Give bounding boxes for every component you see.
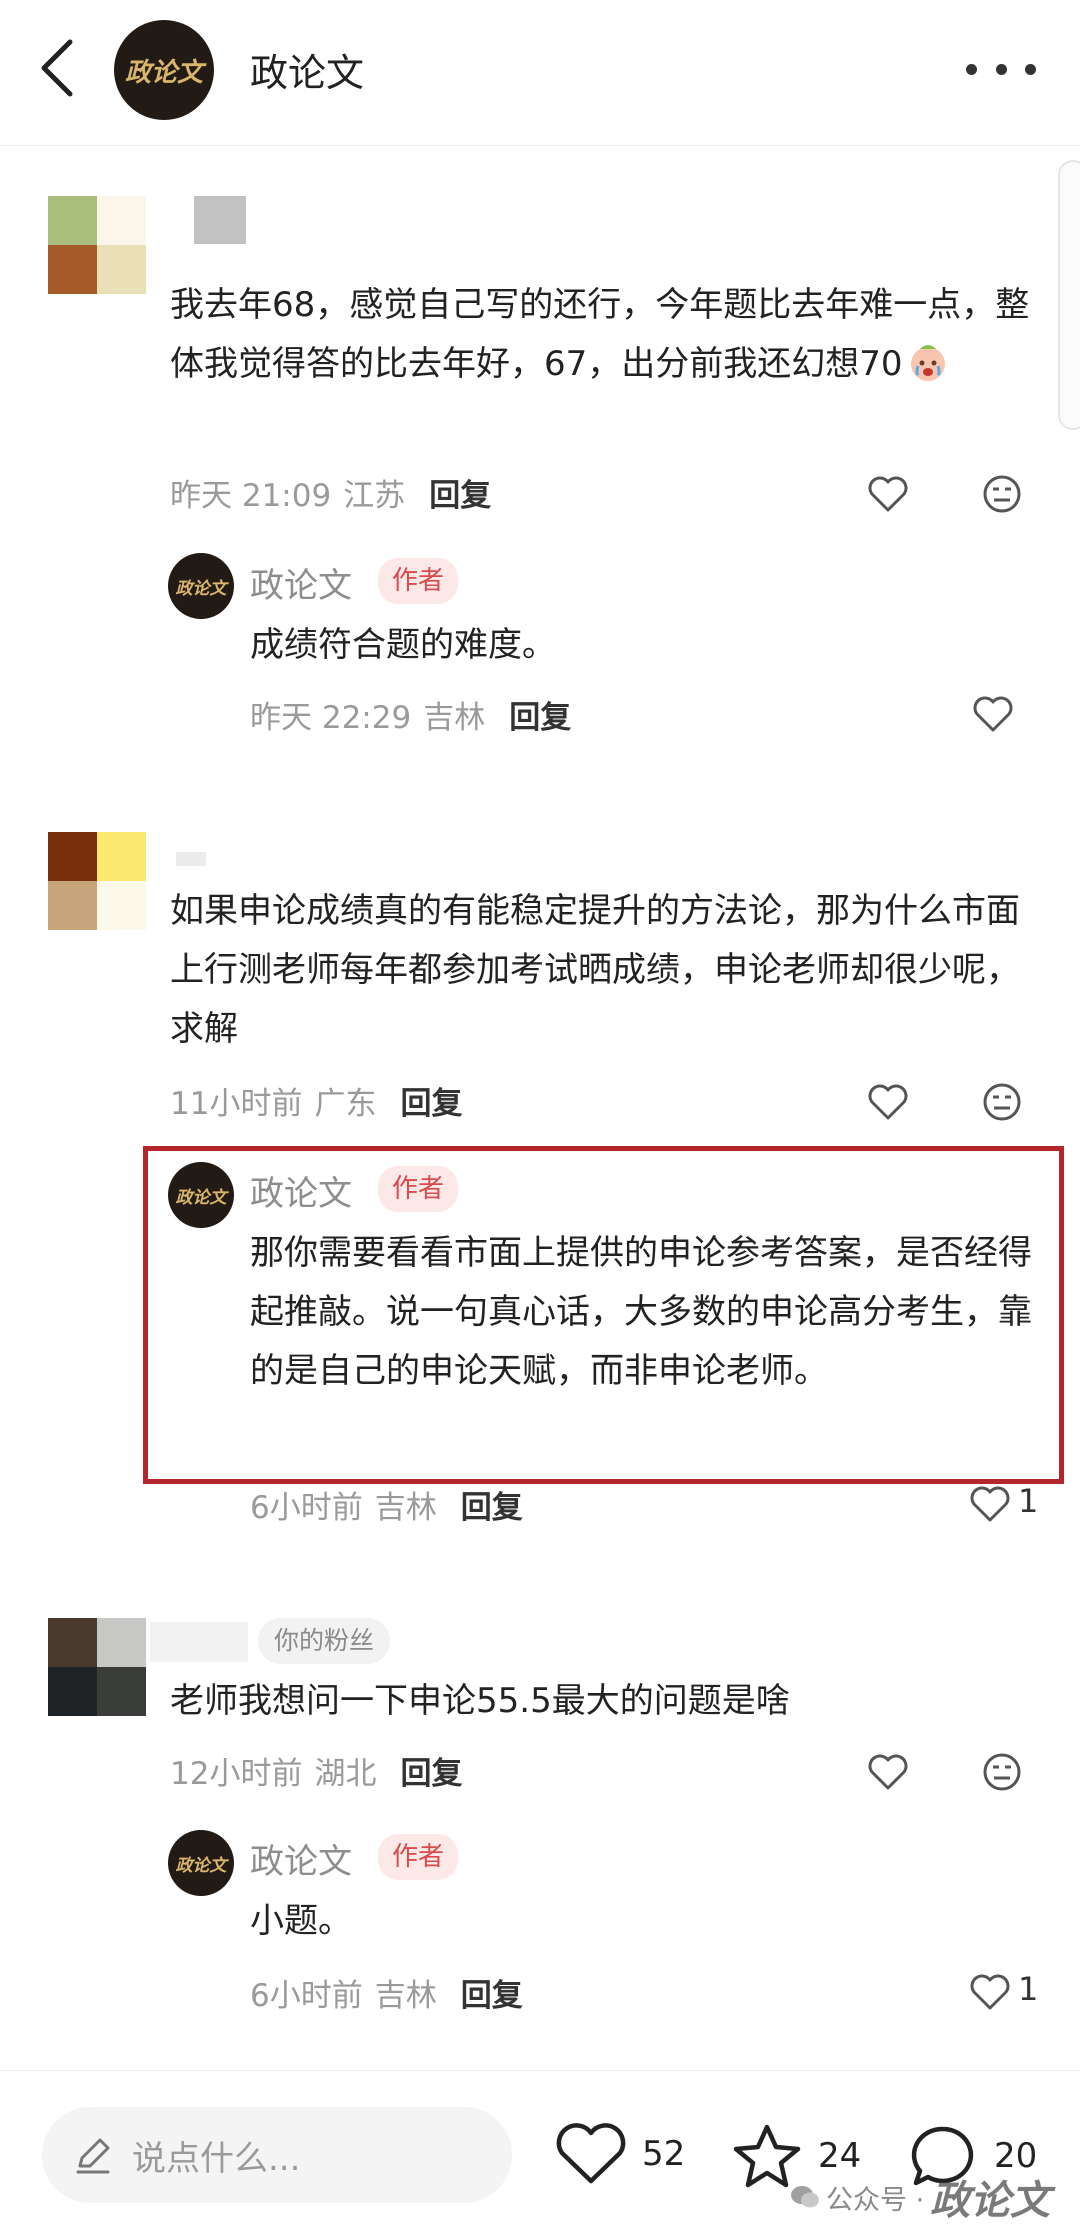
reply-meta: 6小时前 吉林 回复 [250, 1970, 523, 2015]
heart-icon[interactable] [866, 472, 910, 516]
comment-meta: 11小时前 广东 回复 [170, 1078, 462, 1123]
pen-icon [76, 2138, 110, 2174]
heart-icon [556, 2123, 626, 2184]
heart-icon[interactable] [968, 1970, 1012, 2014]
watermark-prefix: 公众号 · [826, 2184, 925, 2216]
header-avatar[interactable]: 政论文 [114, 20, 214, 120]
author-avatar[interactable]: 政论文 [168, 1162, 234, 1228]
back-arrow-icon[interactable] [36, 36, 80, 100]
reply-author-name[interactable]: 政论文 [250, 1834, 352, 1883]
like-count: 1 [1018, 1482, 1039, 1520]
user-avatar[interactable] [48, 832, 146, 930]
comment-location: 广东 [314, 1086, 377, 1122]
author-avatar[interactable]: 政论文 [168, 1830, 234, 1896]
reply-text: 小题。 [250, 1901, 352, 1941]
reply-location: 吉林 [374, 1978, 437, 2014]
fan-badge: 你的粉丝 [258, 1618, 391, 1664]
dislike-face-icon[interactable] [980, 1750, 1024, 1794]
reply-button[interactable]: 回复 [509, 692, 571, 737]
reply-time: 昨天 22:29 [250, 700, 412, 736]
reply-time: 6小时前 [250, 1490, 363, 1526]
username-blurred[interactable] [176, 852, 206, 866]
comment-time: 12小时前 [170, 1756, 303, 1792]
wechat-icon [791, 2186, 819, 2208]
author-badge: 作者 [378, 558, 459, 604]
reply-meta: 昨天 22:29 吉林 回复 [250, 692, 571, 737]
comment-location: 湖北 [314, 1756, 377, 1792]
comment-text: 老师我想问一下申论55.5最大的问题是啥 [170, 1681, 790, 1721]
reply-button[interactable]: 回复 [461, 1970, 523, 2015]
dislike-face-icon[interactable] [980, 1080, 1024, 1124]
comment-text: 我去年68，感觉自己写的还行，今年题比去年难一点，整体我觉得答的比去年好，67，… [170, 285, 1030, 384]
watermark-name: 政论文 [930, 2177, 1051, 2224]
reply-text: 成绩符合题的难度。 [250, 625, 556, 665]
comment-meta: 昨天 21:09 江苏 回复 [170, 470, 491, 515]
reply-location: 吉林 [374, 1490, 437, 1526]
author-badge: 作者 [378, 1166, 459, 1212]
reply-author-name[interactable]: 政论文 [250, 558, 352, 607]
top-bar: 政论文 政论文 [0, 0, 1080, 146]
reply-text: 那你需要看看市面上提供的申论参考答案，是否经得起推敲。说一句真心话，大多数的申论… [250, 1233, 1032, 1391]
heart-icon[interactable] [971, 692, 1015, 736]
heart-icon[interactable] [866, 1080, 910, 1124]
comment-input-placeholder: 说点什么... [132, 2138, 301, 2179]
crying-emoji-icon [910, 345, 945, 381]
like-button[interactable]: 52 [554, 2121, 685, 2187]
username-blurred[interactable] [194, 196, 246, 244]
reply-button[interactable]: 回复 [429, 470, 491, 515]
more-options-icon[interactable] [966, 54, 1036, 84]
comment-meta: 12小时前 湖北 回复 [170, 1748, 462, 1793]
comment-text: 如果申论成绩真的有能稳定提升的方法论，那为什么市面上行测老师每年都参加考试晒成绩… [170, 891, 1020, 1049]
heart-icon[interactable] [968, 1482, 1012, 1526]
comment-time: 11小时前 [170, 1086, 303, 1122]
watermark: 公众号 · 政论文 [790, 2168, 1050, 2226]
username-blurred[interactable] [150, 1622, 248, 1662]
heart-icon[interactable] [866, 1750, 910, 1794]
dislike-face-icon[interactable] [980, 472, 1024, 516]
like-count: 52 [642, 2134, 686, 2174]
author-avatar[interactable]: 政论文 [168, 553, 234, 619]
reply-button[interactable]: 回复 [400, 1078, 462, 1123]
reply-meta: 6小时前 吉林 回复 [250, 1482, 523, 1527]
comment-time: 昨天 21:09 [170, 478, 332, 514]
reply-button[interactable]: 回复 [400, 1748, 462, 1793]
comment-input[interactable]: 说点什么... [42, 2107, 512, 2203]
page-title: 政论文 [250, 51, 365, 95]
reply-author-name[interactable]: 政论文 [250, 1166, 352, 1215]
comment-location: 江苏 [343, 478, 406, 514]
scroll-edge [1058, 160, 1080, 430]
reply-time: 6小时前 [250, 1978, 363, 2014]
reply-location: 吉林 [423, 700, 486, 736]
user-avatar[interactable] [48, 196, 146, 294]
author-badge: 作者 [378, 1834, 459, 1880]
reply-button[interactable]: 回复 [461, 1482, 523, 1527]
user-avatar[interactable] [48, 1618, 146, 1716]
like-count: 1 [1018, 1970, 1039, 2008]
